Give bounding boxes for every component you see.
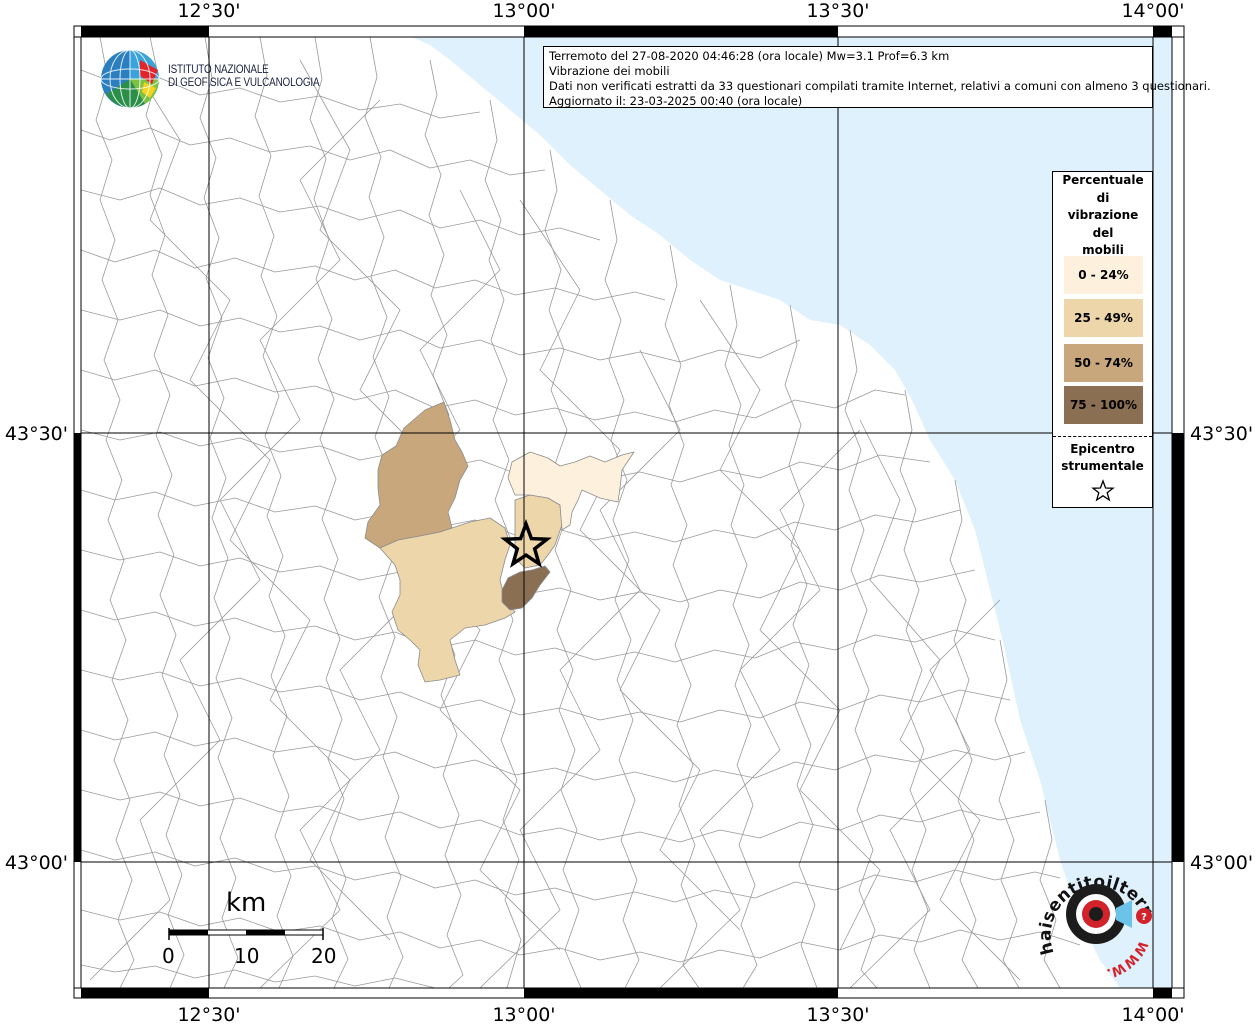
legend-class-3: 75 - 100% bbox=[1064, 386, 1143, 424]
legend-separator bbox=[1053, 436, 1152, 437]
event-note: Dati non verificati estratti da 33 quest… bbox=[549, 79, 1211, 93]
legend-class-0: 0 - 24% bbox=[1064, 256, 1143, 294]
lon-tick-bottom-2: 13°00' bbox=[492, 1004, 555, 1024]
lon-tick-bottom-3: 13°30' bbox=[806, 1004, 869, 1024]
ingv-name: ISTITUTO NAZIONALE DI GEOFISICA E VULCAN… bbox=[168, 64, 320, 89]
hst-logo: haisentitoilterremoto.it WWW. ? bbox=[1034, 858, 1157, 980]
ingv-globe-icon bbox=[100, 49, 160, 109]
svg-text:?: ? bbox=[1141, 912, 1147, 923]
event-subtitle: Vibrazione dei mobili bbox=[549, 64, 670, 78]
lat-tick-right-1: 43°30' bbox=[1190, 423, 1253, 445]
lat-tick-left-1: 43°30' bbox=[5, 423, 68, 445]
legend-title: Percentuale di vibrazione del mobili bbox=[1062, 173, 1144, 257]
event-title: Terremoto del 27-08-2020 04:46:28 (ora l… bbox=[549, 49, 950, 63]
scale-tick-20: 20 bbox=[311, 944, 337, 968]
scale-tick-10: 10 bbox=[234, 944, 260, 968]
lon-tick-top-2: 13°00' bbox=[492, 0, 555, 22]
lon-tick-bottom-1: 12°30' bbox=[177, 1004, 240, 1024]
scale-tick-0: 0 bbox=[162, 944, 175, 968]
lon-tick-top-3: 13°30' bbox=[806, 0, 869, 22]
hst-logo-url: WWW. bbox=[1105, 938, 1150, 980]
lon-tick-top-1: 12°30' bbox=[177, 0, 240, 22]
legend-star-icon bbox=[1091, 479, 1115, 502]
scale-unit: km bbox=[226, 888, 267, 918]
legend-epicenter-label: Epicentro strumentale bbox=[1061, 442, 1144, 473]
legend: Percentuale di vibrazione del mobili 0 -… bbox=[1052, 171, 1153, 508]
legend-class-2: 50 - 74% bbox=[1064, 344, 1143, 382]
event-info-box: Terremoto del 27-08-2020 04:46:28 (ora l… bbox=[543, 46, 1211, 108]
ingv-logo: ISTITUTO NAZIONALE DI GEOFISICA E VULCAN… bbox=[100, 48, 320, 110]
lat-tick-right-2: 43°00' bbox=[1190, 852, 1253, 874]
svg-text:WWW.: WWW. bbox=[1105, 938, 1150, 980]
lon-tick-bottom-4: 14°00' bbox=[1121, 1004, 1184, 1024]
lon-tick-top-4: 14°00' bbox=[1121, 0, 1184, 22]
lat-tick-left-2: 43°00' bbox=[5, 852, 68, 874]
event-updated: Aggiornato il: 23-03-2025 00:40 (ora loc… bbox=[549, 94, 803, 108]
legend-class-1: 25 - 49% bbox=[1064, 299, 1143, 337]
